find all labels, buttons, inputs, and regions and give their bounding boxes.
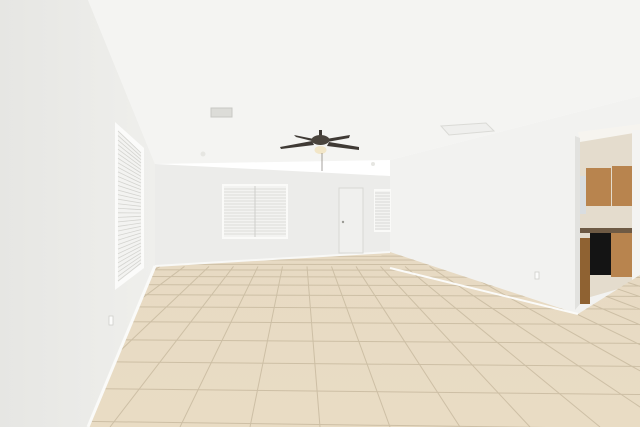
dishwasher: [590, 233, 611, 275]
countertop: [580, 228, 632, 233]
left-window: [115, 122, 144, 290]
upper-cabinet-right: [612, 166, 632, 206]
fan-light-icon: [314, 146, 327, 154]
air-vent-icon: [210, 107, 233, 118]
front-door: [338, 187, 364, 254]
side-window: [374, 189, 391, 232]
side-window-blinds: [375, 191, 390, 230]
door-panel: [338, 187, 364, 254]
smoke-detector-icon-2: [371, 162, 375, 166]
kitchen-window: [580, 176, 586, 214]
right-pillar: [632, 130, 640, 285]
smoke-detector-icon: [200, 151, 206, 157]
door-knob-icon: [341, 220, 345, 224]
lower-cabinet: [611, 233, 632, 277]
upper-cabinet-left: [586, 168, 611, 206]
opening-jamb: [575, 136, 580, 310]
electrical-outlet-icon-left: [108, 315, 114, 326]
back-window: [222, 184, 288, 239]
electrical-outlet-icon: [534, 271, 540, 280]
fan-motor: [311, 135, 330, 145]
empty-living-room-photo: [0, 0, 640, 427]
